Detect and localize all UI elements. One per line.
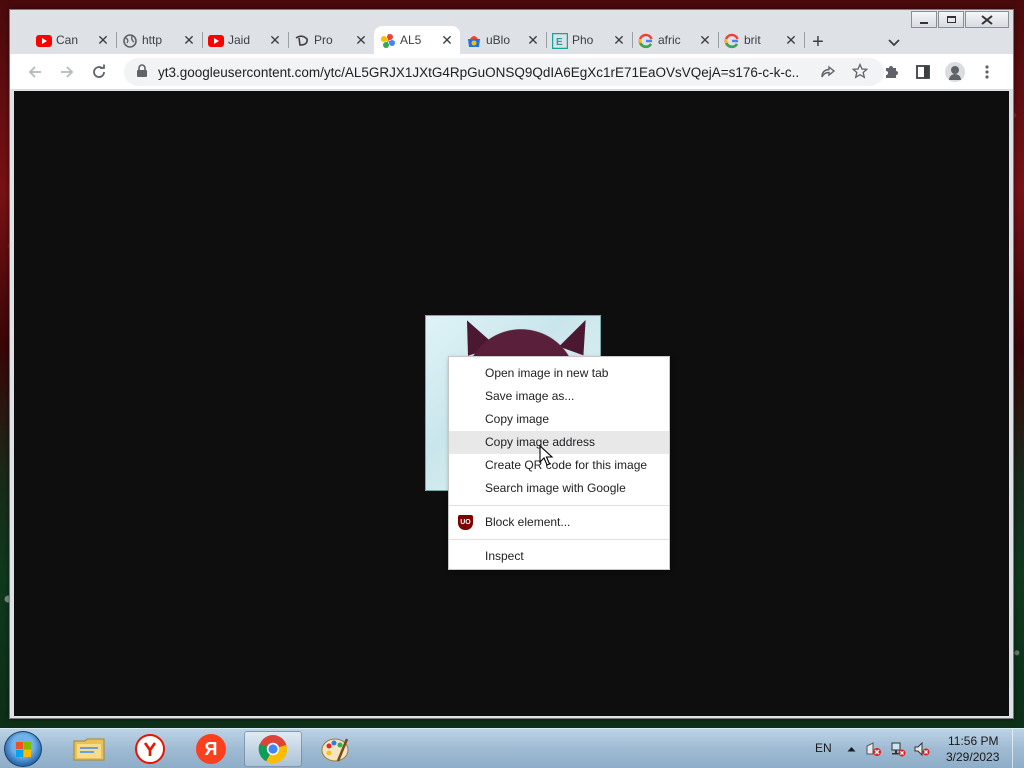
menu-item-search-image-google[interactable]: Search image with Google <box>449 477 669 500</box>
tab-3[interactable]: Pro ✕ <box>288 26 375 54</box>
mouse-cursor-icon <box>539 445 554 466</box>
tab-label: Can <box>56 33 79 47</box>
tab-close-icon[interactable]: ✕ <box>440 32 454 49</box>
tab-strip: Can ✕ http ✕ Jaid ✕ Pro ✕ AL5 ✕ uBlo ✕ E… <box>10 20 1013 54</box>
ublock-origin-icon: UO <box>458 515 473 530</box>
extensions-button[interactable] <box>882 63 900 81</box>
windows-logo-icon <box>16 742 32 758</box>
side-panel-icon <box>916 65 930 79</box>
paint-icon <box>321 738 349 762</box>
tab-5[interactable]: uBlo ✕ <box>460 26 547 54</box>
disney-icon <box>294 33 310 49</box>
tab-close-icon[interactable]: ✕ <box>526 32 540 49</box>
youtube-icon <box>208 33 224 49</box>
menu-item-label: Block element... <box>485 515 571 529</box>
address-bar[interactable]: yt3.googleusercontent.com/ytc/AL5GRJX1JX… <box>124 58 884 86</box>
reload-button[interactable] <box>90 63 108 81</box>
bookmark-star-icon[interactable] <box>851 62 869 82</box>
taskbar-google-chrome[interactable] <box>244 731 302 767</box>
action-center-icon[interactable] <box>866 741 882 757</box>
tab-close-icon[interactable]: ✕ <box>96 32 110 49</box>
image-context-menu: Open image in new tab Save image as... C… <box>448 356 670 570</box>
side-panel-button[interactable] <box>914 63 932 81</box>
start-button[interactable] <box>4 731 42 767</box>
menu-item-save-image-as[interactable]: Save image as... <box>449 385 669 408</box>
menu-separator <box>449 539 669 540</box>
menu-item-inspect[interactable]: Inspect <box>449 545 669 568</box>
show-hidden-icons-button[interactable] <box>843 741 859 757</box>
tab-close-icon[interactable]: ✕ <box>612 32 626 49</box>
tab-1[interactable]: http ✕ <box>116 26 203 54</box>
forward-arrow-icon <box>61 66 74 78</box>
google-photos-icon <box>380 33 396 49</box>
browser-toolbar: yt3.googleusercontent.com/ytc/AL5GRJX1JX… <box>10 54 1013 90</box>
profile-avatar[interactable] <box>945 62 965 82</box>
yandex-letter-icon: Я <box>196 734 226 764</box>
chrome-icon <box>258 735 288 764</box>
menu-item-copy-image[interactable]: Copy image <box>449 408 669 431</box>
google-icon <box>724 33 740 49</box>
show-desktop-button[interactable] <box>1012 729 1024 768</box>
tab-close-icon[interactable]: ✕ <box>784 32 798 49</box>
tab-close-icon[interactable]: ✕ <box>268 32 282 49</box>
menu-item-create-qr-code[interactable]: Create QR code for this image <box>449 454 669 477</box>
globe-icon <box>122 33 138 49</box>
tab-close-icon[interactable]: ✕ <box>182 32 196 49</box>
tab-label: Pro <box>314 33 333 47</box>
tab-label: uBlo <box>486 33 511 47</box>
youtube-icon <box>36 33 52 49</box>
tab-label: Pho <box>572 33 594 47</box>
taskbar-yandex[interactable]: Я <box>182 731 240 767</box>
menu-button[interactable] <box>978 63 996 81</box>
back-button[interactable] <box>26 63 44 81</box>
puzzle-icon <box>886 66 898 78</box>
share-icon[interactable] <box>820 64 836 83</box>
tab-6[interactable]: E Pho ✕ <box>546 26 633 54</box>
tab-0[interactable]: Can ✕ <box>30 26 117 54</box>
forward-button[interactable] <box>58 63 76 81</box>
google-icon <box>638 33 654 49</box>
volume-muted-icon[interactable] <box>914 741 930 757</box>
tab-2[interactable]: Jaid ✕ <box>202 26 289 54</box>
tab-7[interactable]: afric ✕ <box>632 26 719 54</box>
back-arrow-icon <box>28 66 41 78</box>
menu-separator <box>449 505 669 506</box>
tab-label: brit <box>744 33 761 47</box>
clock-date[interactable]: 3/29/2023 <box>946 750 999 764</box>
kebab-menu-icon <box>985 65 989 79</box>
menu-item-copy-image-address[interactable]: Copy image address <box>449 431 669 454</box>
yandex-icon <box>135 734 165 764</box>
folder-icon <box>73 738 105 761</box>
url-text[interactable]: yt3.googleusercontent.com/ytc/AL5GRJX1JX… <box>158 65 798 80</box>
new-tab-button[interactable]: + <box>810 32 826 52</box>
tab-close-icon[interactable]: ✕ <box>354 32 368 49</box>
tab-label: http <box>142 33 163 47</box>
tab-label: AL5 <box>400 33 422 47</box>
taskbar-paint[interactable] <box>306 731 364 767</box>
menu-item-block-element[interactable]: UO Block element... <box>449 511 669 534</box>
tab-search-button[interactable] <box>888 36 900 50</box>
network-icon[interactable] <box>890 741 906 757</box>
chrome-store-icon <box>466 33 482 49</box>
reload-icon <box>93 64 105 78</box>
language-indicator[interactable]: EN <box>815 741 832 755</box>
taskbar: Я EN 11:56 PM 3/29/2023 <box>0 728 1024 768</box>
tab-4-active[interactable]: AL5 ✕ <box>374 26 460 54</box>
taskbar-file-explorer[interactable] <box>60 731 118 767</box>
chevron-down-icon <box>888 39 900 47</box>
photopea-icon: E <box>552 33 568 49</box>
tab-label: Jaid <box>228 33 251 47</box>
menu-item-open-image-new-tab[interactable]: Open image in new tab <box>449 362 669 385</box>
svg-text:E: E <box>556 37 563 48</box>
tab-label: afric <box>658 33 681 47</box>
tab-8[interactable]: brit ✕ <box>718 26 805 54</box>
clock-time[interactable]: 11:56 PM <box>948 734 998 748</box>
taskbar-yandex-browser[interactable] <box>121 731 179 767</box>
lock-icon[interactable] <box>136 64 148 81</box>
chevron-up-icon <box>847 747 855 752</box>
tab-close-icon[interactable]: ✕ <box>698 32 712 49</box>
